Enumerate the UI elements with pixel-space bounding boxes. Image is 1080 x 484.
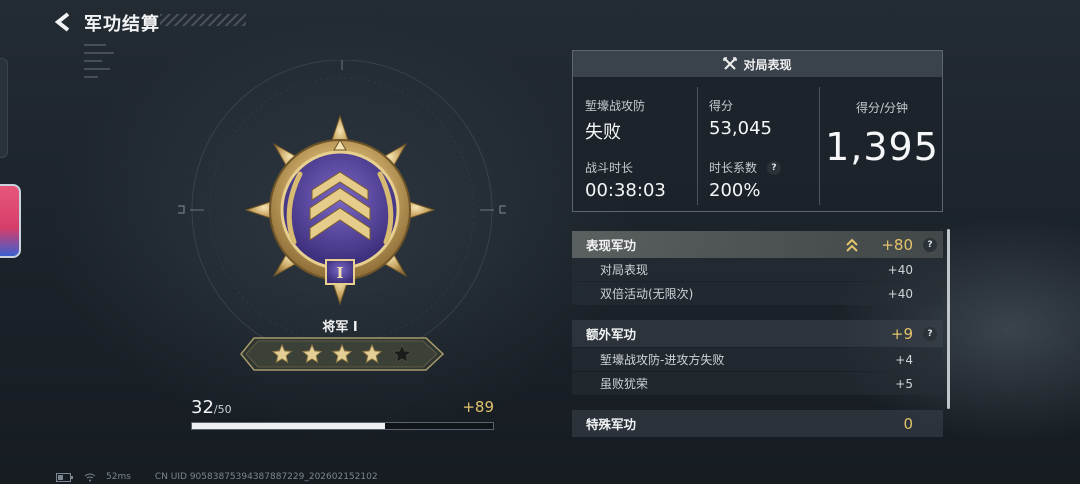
performance-header: 对局表现	[573, 51, 942, 77]
performance-panel: 对局表现 堑壕战攻防 失败 得分 53,045 战斗时长 00:38:03 时长…	[572, 50, 943, 212]
star-filled-icon	[328, 341, 356, 367]
merit-section-total: +9	[890, 324, 913, 343]
progress-current: 32/50	[191, 397, 232, 418]
star-empty-icon	[388, 341, 416, 367]
merit-item-label: 对局表现	[600, 263, 649, 277]
score-per-minute-value: 1,395	[825, 125, 939, 169]
merit-help-icon[interactable]: ?	[923, 237, 937, 252]
latency: 52ms	[106, 472, 131, 482]
battery-icon	[56, 472, 73, 482]
merit-section-title: 特殊军功	[586, 417, 637, 432]
duration-factor-label: 时长系数	[709, 161, 758, 175]
merit-section-total: +80	[881, 235, 913, 254]
star-filled-icon	[298, 341, 326, 367]
floating-app-icon[interactable]	[0, 184, 21, 258]
score-value: 53,045	[709, 118, 772, 139]
merit-item: 虽败犹荣 +5	[572, 372, 943, 395]
merit-item-value: +40	[887, 286, 913, 301]
duration-factor-cell: 时长系数 ? 200%	[709, 159, 782, 201]
merit-item-value: +40	[887, 262, 913, 277]
merit-item: 堑壕战攻防-进攻方失败 +4	[572, 348, 943, 371]
title-hatch-decoration	[160, 14, 246, 26]
page-title: 军功结算	[84, 14, 160, 35]
merit-item-value: +4	[895, 352, 913, 367]
medal-numeral: I	[336, 264, 343, 282]
score-cell: 得分 53,045	[709, 97, 772, 139]
rank-medal-emblem: I	[244, 114, 436, 306]
merit-section-title: 额外军功	[586, 327, 637, 342]
merit-list-scrollbar[interactable]	[947, 229, 950, 409]
merit-section-total: 0	[903, 414, 913, 433]
merit-item-label: 虽败犹荣	[600, 377, 649, 391]
divider	[697, 87, 698, 205]
duration-label: 战斗时长	[585, 161, 634, 175]
progress-bar	[191, 422, 494, 430]
side-drawer-handle[interactable]	[0, 58, 8, 158]
merit-section-extra: 额外军功 +9 ?	[572, 320, 943, 347]
user-uid: CN UID 9058387539438788722​9_20260215210…	[154, 472, 378, 482]
merit-section-performance: 表现军功 +80 ?	[572, 231, 943, 258]
merit-item-label: 双倍活动(无限次)	[600, 287, 694, 301]
crossed-swords-icon	[723, 57, 738, 70]
performance-title: 对局表现	[743, 57, 792, 72]
divider	[819, 87, 820, 205]
score-per-minute-label: 得分/分钟	[855, 101, 909, 115]
merit-item: 对局表现 +40	[572, 258, 943, 281]
rank-name: 将军 Ⅰ	[322, 320, 358, 335]
star-filled-icon	[268, 341, 296, 367]
score-label: 得分	[709, 99, 734, 113]
merit-item-value: +5	[895, 376, 913, 391]
rank-stars	[268, 341, 418, 367]
merit-item: 双倍活动(无限次) +40	[572, 282, 943, 305]
progress-gain: +89	[462, 398, 494, 416]
faint-text-decoration	[84, 44, 124, 124]
merit-section-special: 特殊军功 0	[572, 410, 943, 437]
mode-cell: 堑壕战攻防 失败	[585, 97, 645, 144]
duration-factor-help-icon[interactable]: ?	[767, 160, 782, 175]
merit-list: 表现军功 +80 ? 对局表现 +40 双倍活动(无限次) +40 额外军功 +…	[572, 229, 943, 441]
duration-factor-value: 200%	[709, 180, 761, 201]
status-bar: 52ms CN UID 9058387539438788722​9_202602…	[56, 472, 378, 482]
progress-current-value: 32	[191, 397, 214, 418]
progress-bar-fill	[192, 423, 385, 429]
duration-cell: 战斗时长 00:38:03	[585, 159, 666, 201]
mode-result: 失败	[585, 122, 621, 143]
progress-total: /50	[213, 403, 232, 416]
double-chevron-up-icon	[846, 238, 858, 252]
duration-value: 00:38:03	[585, 180, 666, 201]
star-filled-icon	[358, 341, 386, 367]
wifi-icon	[84, 473, 96, 481]
chevron-left-icon	[54, 12, 70, 32]
mode-label: 堑壕战攻防	[585, 99, 646, 113]
merit-item-label: 堑壕战攻防-进攻方失败	[600, 353, 725, 367]
merit-section-title: 表现军功	[586, 238, 637, 253]
back-button[interactable]	[52, 10, 74, 34]
merit-help-icon[interactable]: ?	[923, 326, 937, 341]
